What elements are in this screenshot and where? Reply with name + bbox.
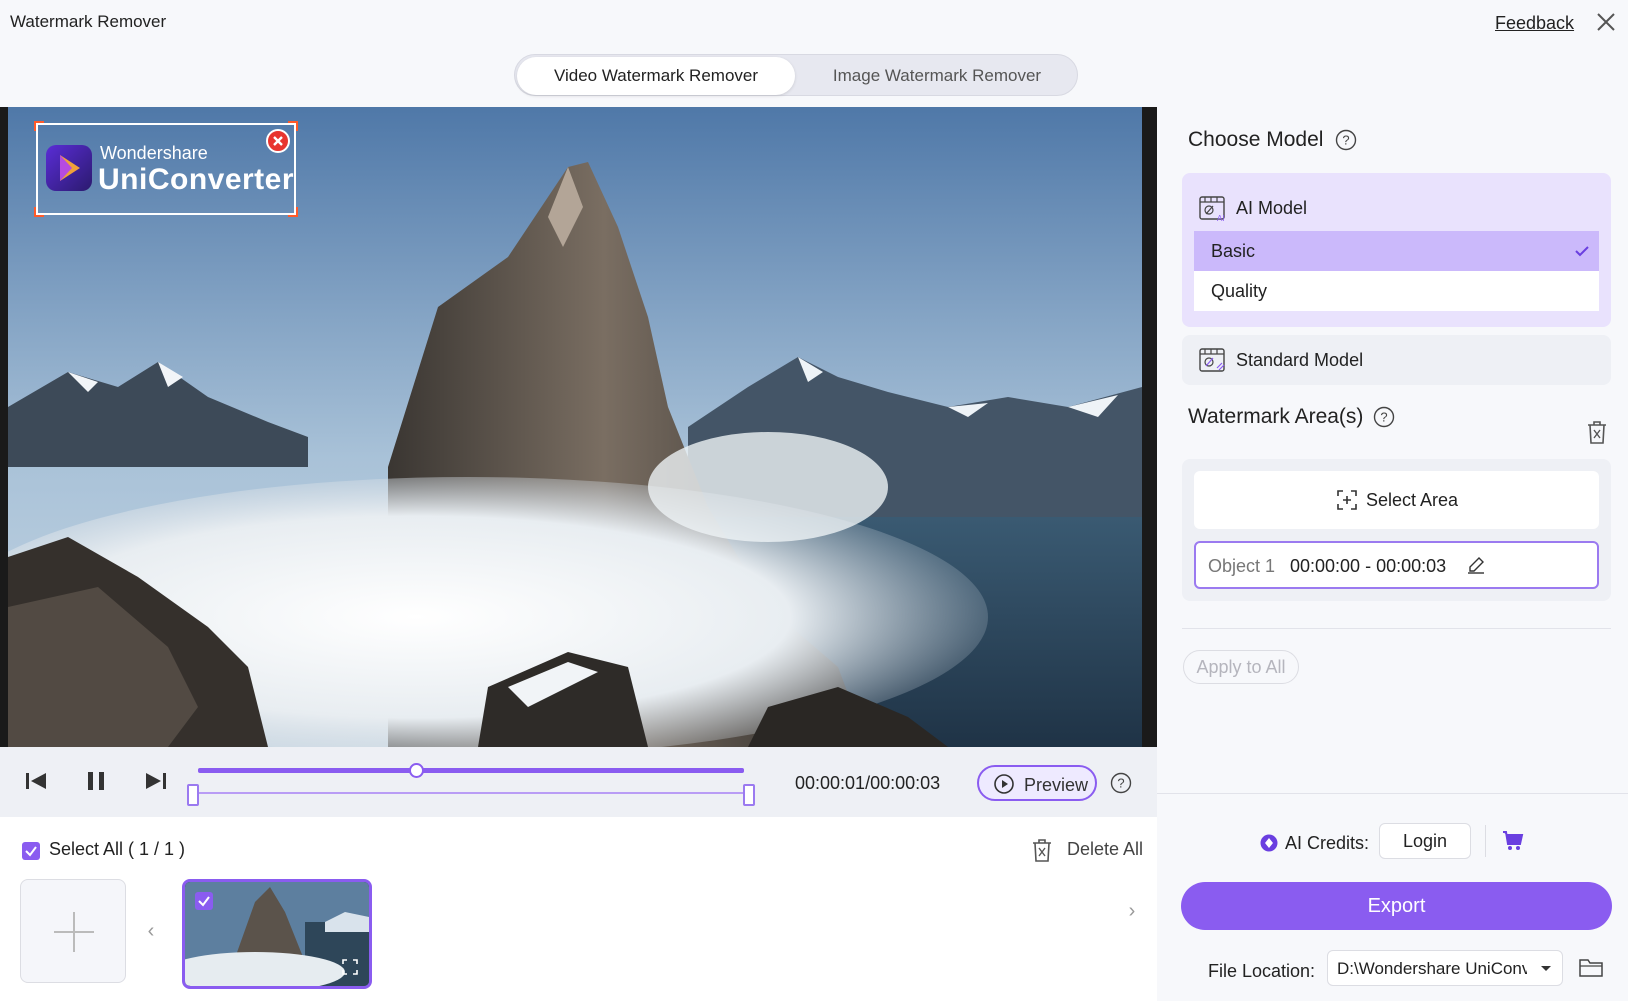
chevron-down-icon bbox=[1541, 966, 1551, 971]
file-location-select[interactable]: D:\Wondershare UniConverter bbox=[1327, 950, 1563, 986]
object-time-range: 00:00:00 - 00:00:03 bbox=[1290, 556, 1447, 576]
settings-panel: Choose Model ? AI AI Model Basic Quality bbox=[1157, 107, 1628, 1001]
select-area-icon bbox=[1337, 490, 1357, 510]
time-readout: 00:00:01/00:00:03 bbox=[795, 773, 941, 793]
trim-start-handle[interactable] bbox=[187, 784, 199, 806]
check-icon bbox=[1575, 246, 1589, 257]
file-location-value: D:\Wondershare UniConverter bbox=[1337, 959, 1527, 978]
corner-handle-top-left[interactable] bbox=[34, 121, 44, 131]
previous-frame-icon[interactable] bbox=[22, 767, 50, 795]
folder-icon[interactable] bbox=[1578, 955, 1604, 979]
select-area-button[interactable]: Select Area bbox=[1194, 471, 1599, 529]
cart-icon[interactable] bbox=[1501, 829, 1525, 853]
ai-model-icon: AI bbox=[1199, 196, 1225, 223]
file-thumbnail[interactable] bbox=[182, 879, 372, 989]
tab-video-watermark-remover[interactable]: Video Watermark Remover bbox=[517, 57, 795, 95]
watermark-product-text: UniConverter bbox=[98, 163, 295, 196]
trim-range bbox=[193, 792, 749, 794]
divider bbox=[1157, 793, 1628, 794]
fullscreen-icon[interactable] bbox=[341, 958, 359, 976]
chevron-left-icon[interactable]: ‹ bbox=[143, 921, 159, 941]
file-panel: Select All ( 1 / 1 ) Delete All ‹ › bbox=[0, 817, 1157, 1001]
watermark-brand-text: Wondershare bbox=[100, 143, 208, 163]
next-frame-icon[interactable] bbox=[142, 767, 170, 795]
select-all-checkbox[interactable] bbox=[22, 842, 40, 860]
ai-credits-label: AI Credits: bbox=[1285, 833, 1370, 853]
divider bbox=[1182, 628, 1611, 629]
watermark-areas-box: Select Area Object 1 00:00:00 - 00:00:03 bbox=[1182, 459, 1611, 601]
corner-handle-bottom-left[interactable] bbox=[34, 207, 44, 217]
play-circle-icon bbox=[994, 774, 1014, 794]
svg-text:?: ? bbox=[1117, 776, 1124, 791]
delete-all-label: Delete All bbox=[1067, 839, 1144, 859]
window-title: Watermark Remover bbox=[10, 12, 167, 31]
svg-text:AI: AI bbox=[1217, 214, 1225, 223]
timeline-playhead[interactable] bbox=[409, 763, 425, 778]
divider bbox=[1485, 825, 1486, 857]
playback-controls: 00:00:01/00:00:03 Preview ? bbox=[0, 747, 1157, 817]
feedback-link[interactable]: Feedback bbox=[1495, 13, 1574, 34]
ai-model-card: AI AI Model Basic Quality bbox=[1182, 173, 1611, 327]
help-icon[interactable]: ? bbox=[1335, 129, 1357, 151]
trash-icon[interactable] bbox=[1586, 419, 1608, 445]
add-file-button[interactable] bbox=[20, 879, 126, 983]
pause-icon[interactable] bbox=[82, 767, 110, 795]
title-bar: Watermark Remover Feedback Video Waterma… bbox=[0, 0, 1628, 107]
remove-area-icon[interactable] bbox=[266, 129, 290, 153]
corner-handle-top-right[interactable] bbox=[288, 121, 298, 131]
object-name: Object 1 bbox=[1208, 556, 1276, 576]
model-option-quality[interactable]: Quality bbox=[1194, 271, 1599, 311]
ai-model-option[interactable]: AI AI Model bbox=[1198, 193, 1498, 227]
model-option-quality-label: Quality bbox=[1211, 281, 1268, 301]
svg-text:?: ? bbox=[1342, 133, 1349, 148]
select-area-label: Select Area bbox=[1366, 490, 1459, 510]
close-icon[interactable] bbox=[1594, 10, 1618, 34]
uniconverter-logo bbox=[46, 145, 92, 191]
export-button[interactable]: Export bbox=[1181, 882, 1612, 930]
model-option-basic[interactable]: Basic bbox=[1194, 231, 1599, 271]
file-checkbox[interactable] bbox=[195, 892, 213, 910]
trash-icon bbox=[1033, 839, 1051, 862]
standard-model-icon bbox=[1199, 348, 1225, 372]
help-icon[interactable]: ? bbox=[1110, 772, 1132, 794]
file-location-label: File Location: bbox=[1208, 961, 1316, 981]
preview-button[interactable]: Preview bbox=[977, 765, 1097, 801]
ai-credits-icon bbox=[1260, 834, 1278, 852]
model-option-basic-label: Basic bbox=[1211, 241, 1256, 261]
video-preview: Wondershare UniConverter bbox=[0, 107, 1157, 747]
tab-image-watermark-remover[interactable]: Image Watermark Remover bbox=[799, 57, 1075, 95]
choose-model-heading: Choose Model bbox=[1188, 128, 1324, 151]
apply-to-all-button[interactable]: Apply to All bbox=[1183, 650, 1299, 684]
timeline[interactable] bbox=[187, 763, 755, 806]
watermark-object-row[interactable]: Object 1 00:00:00 - 00:00:03 bbox=[1194, 541, 1599, 589]
mode-switch: Video Watermark Remover Image Watermark … bbox=[514, 54, 1078, 96]
help-icon[interactable]: ? bbox=[1373, 406, 1395, 428]
plus-icon bbox=[54, 912, 94, 952]
login-button[interactable]: Login bbox=[1379, 823, 1471, 859]
select-all-label: Select All ( 1 / 1 ) bbox=[49, 839, 186, 859]
edit-icon[interactable] bbox=[1466, 555, 1486, 575]
standard-model-option[interactable]: Standard Model bbox=[1182, 335, 1611, 385]
watermark-areas-heading: Watermark Area(s) bbox=[1188, 405, 1364, 428]
chevron-right-icon[interactable]: › bbox=[1124, 901, 1140, 921]
svg-text:?: ? bbox=[1380, 410, 1387, 425]
standard-model-label: Standard Model bbox=[1236, 350, 1364, 370]
ai-model-label: AI Model bbox=[1236, 198, 1308, 218]
timeline-track[interactable] bbox=[198, 768, 744, 773]
preview-label: Preview bbox=[1024, 775, 1089, 795]
delete-all-button[interactable]: Delete All bbox=[1030, 835, 1150, 865]
trim-end-handle[interactable] bbox=[743, 784, 755, 806]
corner-handle-bottom-right[interactable] bbox=[288, 207, 298, 217]
watermark-selection-box[interactable]: Wondershare UniConverter bbox=[34, 121, 298, 217]
